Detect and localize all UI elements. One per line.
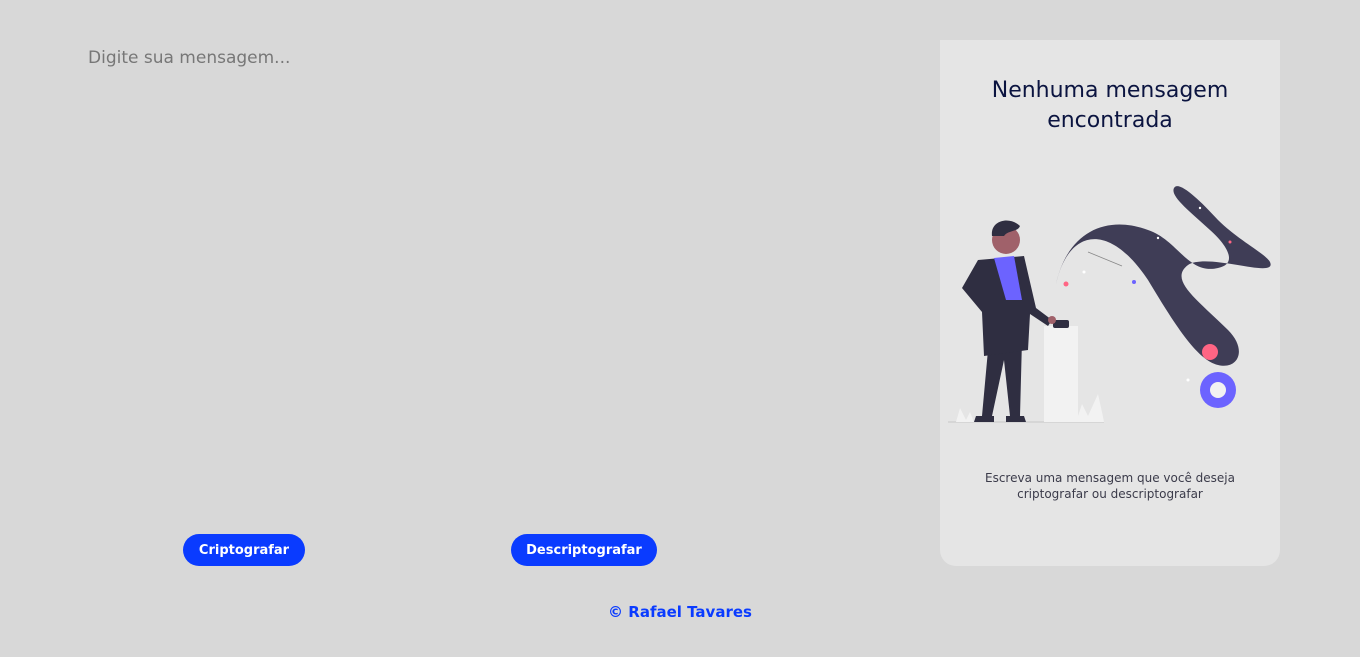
empty-state-illustration [948,186,1271,423]
output-panel: Nenhuma mensagem encontrada Escreva uma … [940,40,1280,566]
footer-credit: © Rafael Tavares [608,603,752,621]
message-input[interactable] [88,48,888,498]
encrypt-button[interactable]: Criptografar [183,534,305,566]
page: Criptografar Descriptografar Nenhuma men… [0,0,1360,657]
decrypt-button[interactable]: Descriptografar [511,534,657,566]
empty-state-description: Escreva uma mensagem que você deseja cri… [985,471,1235,501]
empty-state-title: Nenhuma mensagem encontrada [991,78,1229,133]
